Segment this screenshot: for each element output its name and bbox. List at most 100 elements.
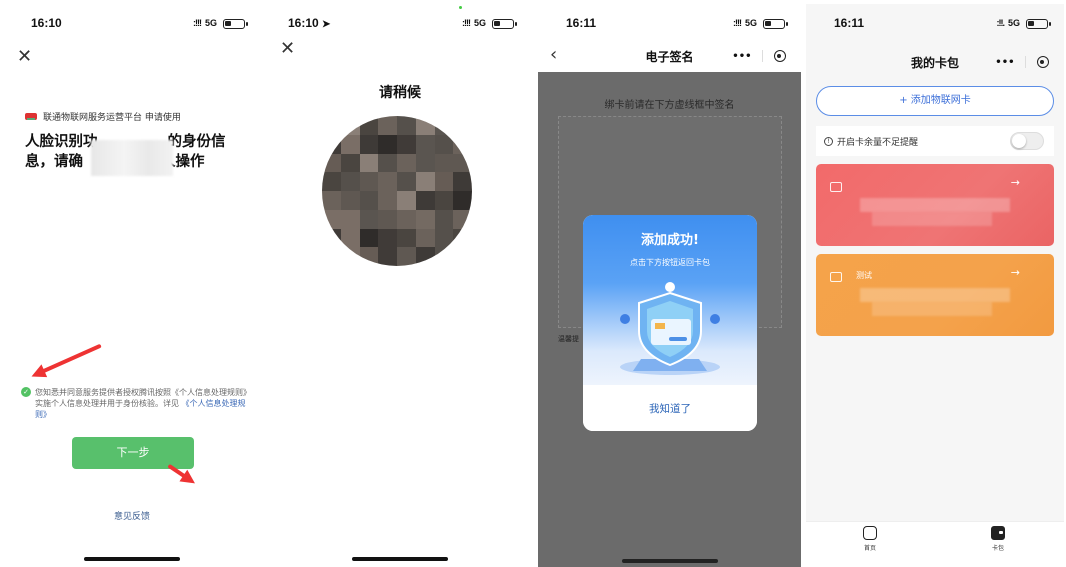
network-type: 5G	[1007, 18, 1020, 28]
mosaic-pixel	[453, 153, 472, 173]
annotation-arrow-icon	[36, 343, 102, 376]
signal-icon: :!!!	[733, 18, 742, 28]
bottom-tab-bar: 首页 卡包	[806, 521, 1064, 567]
more-dots-icon[interactable]: •••	[732, 51, 751, 62]
mosaic-pixel	[434, 116, 454, 135]
mosaic-pixel	[397, 209, 416, 229]
home-indicator[interactable]	[352, 557, 448, 561]
brand-text: 联通物联网服务运营平台 申请使用	[43, 113, 181, 123]
shield-illustration-icon	[620, 282, 720, 375]
mosaic-pixel	[322, 247, 341, 266]
signal-icon: :!!!	[462, 18, 471, 28]
info-icon: !	[824, 137, 833, 146]
mosaic-pixel	[453, 228, 472, 248]
signal-icon: :!!!	[193, 18, 202, 28]
mosaic-pixel	[378, 134, 397, 154]
close-target-icon[interactable]	[773, 50, 786, 62]
location-arrow-icon: ➤	[322, 19, 331, 30]
mosaic-pixel	[322, 172, 341, 191]
card-name: 测试	[856, 271, 872, 280]
phone-card-wallet: 16:11 :!!. 5G 我的卡包 ••• + 添加物联网卡 ! 开启卡余量不…	[806, 4, 1064, 567]
status-time: 16:10	[31, 16, 62, 30]
sim-card-icon	[830, 272, 842, 282]
mosaic-pixel	[340, 209, 360, 229]
mosaic-pixel	[453, 191, 472, 210]
tab-wallet[interactable]: 卡包	[978, 526, 1018, 552]
consent-block: ✓ 您知悉并同意服务提供者授权腾讯按照《个人信息处理规则》实施个人信息处理并用于…	[21, 387, 247, 420]
next-step-button[interactable]: 下一步	[72, 437, 194, 469]
more-dots-icon[interactable]: •••	[995, 57, 1014, 68]
arrow-right-icon: →	[1010, 266, 1020, 279]
arrow-right-icon: →	[1010, 176, 1020, 189]
home-icon	[863, 526, 877, 540]
reminder-text: 开启卡余量不足提醒	[837, 138, 919, 148]
dialog-title: 添加成功!	[641, 233, 699, 248]
sign-hint: 绑卡前请在下方虚线框中签名	[604, 100, 735, 111]
mosaic-pixel	[415, 191, 435, 210]
mosaic-pixel	[359, 172, 379, 191]
signal-icon: :!!.	[996, 18, 1005, 28]
mosaic-pixel	[359, 191, 379, 210]
mosaic-pixel	[359, 209, 379, 229]
mosaic-pixel	[378, 228, 397, 248]
got-it-button[interactable]: 我知道了	[583, 387, 757, 431]
balance-reminder-row: ! 开启卡余量不足提醒	[816, 126, 1054, 156]
battery-icon	[223, 19, 248, 29]
reminder-label: ! 开启卡余量不足提醒	[824, 135, 918, 148]
privacy-indicator-icon	[459, 6, 462, 9]
nav-header: 16:11 :!!! 5G ‹ 电子签名 •••	[538, 4, 801, 72]
mosaic-pixel	[434, 247, 454, 266]
mosaic-pixel	[415, 209, 435, 229]
mosaic-pixel	[359, 116, 379, 135]
close-target-icon[interactable]	[1036, 56, 1049, 68]
iot-card-red[interactable]: →	[816, 164, 1054, 246]
mosaic-pixel	[378, 247, 397, 266]
network-type: 5G	[204, 18, 217, 28]
mosaic-pixel	[453, 247, 472, 266]
reminder-toggle[interactable]	[1010, 132, 1044, 150]
tab-home[interactable]: 首页	[850, 526, 890, 552]
title-line1: 人脸识别功	[25, 134, 98, 150]
home-indicator[interactable]	[84, 557, 180, 561]
mosaic-pixel	[359, 228, 379, 248]
battery-icon	[492, 19, 517, 29]
add-iot-card-button[interactable]: + 添加物联网卡	[816, 86, 1054, 116]
battery-icon	[1026, 19, 1051, 29]
mosaic-pixel	[434, 153, 454, 173]
redaction-blur	[860, 198, 1010, 212]
check-circle-icon[interactable]: ✓	[21, 387, 31, 397]
status-bar: 16:11 :!!! 5G	[538, 12, 801, 36]
network-type: 5G	[744, 18, 757, 28]
mosaic-pixel	[434, 209, 454, 229]
mosaic-pixel	[397, 228, 416, 248]
status-time: 16:11	[566, 16, 597, 30]
network-type: 5G	[473, 18, 486, 28]
mosaic-pixel	[322, 116, 341, 135]
mosaic-pixel	[415, 228, 435, 248]
mosaic-pixel	[434, 228, 454, 248]
mosaic-pixel	[434, 172, 454, 191]
face-preview-pixelated	[322, 116, 472, 266]
status-bar: 16:10 ➤ :!!! 5G	[270, 12, 530, 36]
mosaic-pixel	[397, 191, 416, 210]
close-icon[interactable]: ✕	[17, 48, 32, 66]
status-bar: 16:10 :!!! 5G	[3, 12, 261, 36]
wallet-icon	[991, 526, 1005, 540]
tab-wallet-label: 卡包	[991, 545, 1004, 552]
mosaic-pixel	[415, 116, 435, 135]
capsule-divider	[762, 50, 764, 62]
mosaic-pixel	[340, 116, 360, 135]
home-indicator[interactable]	[621, 559, 718, 563]
mosaic-pixel	[415, 153, 435, 173]
mosaic-pixel	[340, 191, 360, 210]
close-icon[interactable]: ✕	[280, 40, 295, 58]
mosaic-pixel	[434, 134, 454, 154]
redaction-blur	[872, 302, 992, 316]
mosaic-pixel	[378, 153, 397, 173]
mosaic-pixel	[453, 116, 472, 135]
mosaic-pixel	[415, 247, 435, 266]
sim-card-icon	[830, 182, 842, 192]
iot-card-orange[interactable]: 测试 →	[816, 254, 1054, 336]
mosaic-pixel	[397, 247, 416, 266]
feedback-link[interactable]: 意见反馈	[3, 509, 261, 522]
